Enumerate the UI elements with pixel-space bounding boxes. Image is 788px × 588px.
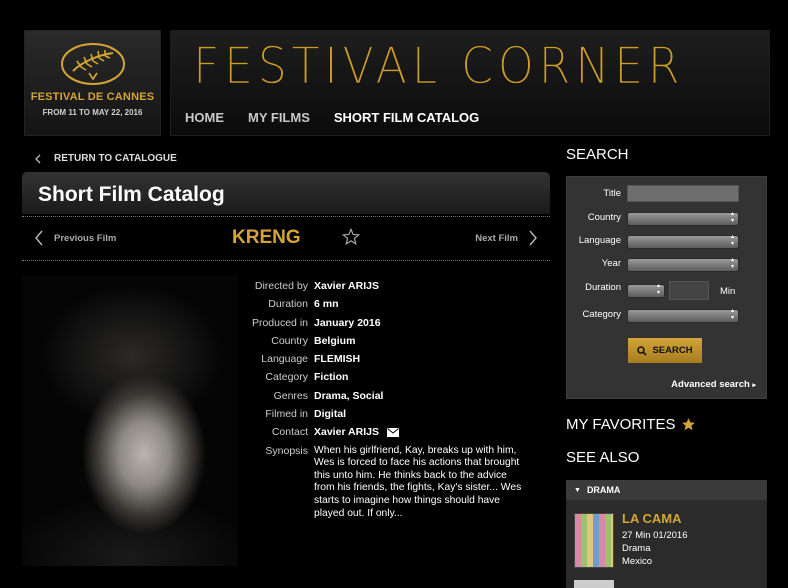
see-also-film-title[interactable]: LA CAMA xyxy=(622,511,681,526)
detail-label: Category xyxy=(265,371,308,384)
see-also-film-meta: 27 Min 01/2016 Drama Mexico xyxy=(622,529,688,568)
detail-label: Country xyxy=(271,334,308,347)
chevron-right-icon xyxy=(529,230,537,246)
film-details: Directed by Xavier ARIJS Duration 6 mn P… xyxy=(240,277,540,520)
detail-value: Digital xyxy=(314,408,347,421)
search-icon xyxy=(637,345,648,356)
detail-label: Directed by xyxy=(254,280,308,292)
detail-label: Produced in xyxy=(251,316,308,329)
detail-row: Genres Drama, Social xyxy=(240,387,540,405)
main-nav: HOME MY FILMS SHORT FILM CATALOG xyxy=(185,110,479,125)
caret-right-icon: ▸ xyxy=(752,382,756,389)
synopsis-label: Synopsis xyxy=(265,444,308,457)
synopsis-text: When his girlfriend, Kay, breaks up with… xyxy=(314,444,522,519)
see-also-meta-line: 27 Min 01/2016 xyxy=(622,530,688,541)
min-label: Min xyxy=(720,286,736,297)
banner-title: FESTIVAL CORNER xyxy=(193,37,685,95)
detail-label: Genres xyxy=(273,389,308,402)
detail-label: Language xyxy=(261,353,308,366)
envelope-icon[interactable] xyxy=(386,428,399,438)
year-label: Year xyxy=(601,258,621,269)
previous-film-label: Previous Film xyxy=(54,232,117,244)
film-still-photo xyxy=(22,276,238,566)
title-input[interactable] xyxy=(627,185,739,202)
film-thumbnail[interactable] xyxy=(574,580,614,588)
detail-row: Directed by Xavier ARIJS xyxy=(240,277,540,295)
favorites-heading[interactable]: MY FAVORITES xyxy=(566,416,696,433)
contact-name: Xavier ARIJS xyxy=(314,426,379,439)
star-outline-icon[interactable] xyxy=(342,228,360,246)
detail-value: Drama, Social xyxy=(314,389,384,402)
nav-home[interactable]: HOME xyxy=(185,110,224,125)
search-heading: SEARCH xyxy=(566,146,629,163)
language-label: Language xyxy=(578,235,621,246)
category-label: Category xyxy=(582,309,621,320)
advanced-search-label: Advanced search xyxy=(671,379,750,390)
detail-label: Filmed in xyxy=(265,408,308,421)
logo-name: FESTIVAL DE CANNES xyxy=(30,91,155,103)
chevron-left-icon xyxy=(35,154,41,163)
film-title: KRENG xyxy=(232,227,301,248)
return-label: RETURN TO CATALOGUE xyxy=(54,153,177,164)
favorites-heading-text: MY FAVORITES xyxy=(566,416,676,433)
detail-row: Produced in January 2016 xyxy=(240,314,540,332)
nav-my-films[interactable]: MY FILMS xyxy=(248,110,310,125)
film-thumbnail[interactable] xyxy=(574,513,614,568)
detail-value: 6 mn xyxy=(314,298,339,311)
see-also-panel: ▼ DRAMA LA CAMA 27 Min 01/2016 Drama Mex… xyxy=(566,480,767,588)
category-select[interactable] xyxy=(627,308,739,323)
detail-value: Fiction xyxy=(314,371,349,384)
previous-film-button[interactable]: Previous Film xyxy=(34,230,116,246)
detail-value: Belgium xyxy=(314,334,356,347)
detail-value: FLEMISH xyxy=(314,353,361,366)
catalog-header: Short Film Catalog xyxy=(22,172,550,214)
catalog-title: Short Film Catalog xyxy=(38,183,225,206)
country-select[interactable] xyxy=(627,211,739,226)
next-film-button[interactable]: Next Film xyxy=(475,230,538,246)
year-select[interactable] xyxy=(627,257,739,272)
detail-row: Category Fiction xyxy=(240,368,540,386)
palm-emblem-icon xyxy=(61,43,125,85)
detail-value: Xavier ARIJS xyxy=(314,280,379,292)
search-panel: Title Country Language Year Duration Min… xyxy=(566,176,767,399)
search-button[interactable]: SEARCH xyxy=(628,338,702,363)
nav-short-film-catalog[interactable]: SHORT FILM CATALOG xyxy=(334,110,479,125)
duration-label: Duration xyxy=(585,282,621,293)
synopsis-row: Synopsis When his girlfriend, Kay, break… xyxy=(240,442,540,521)
festival-logo[interactable]: FESTIVAL DE CANNES FROM 11 TO MAY 22, 20… xyxy=(24,30,161,136)
see-also-meta-line: Mexico xyxy=(622,556,653,567)
detail-row: Country Belgium xyxy=(240,332,540,350)
see-also-heading: SEE ALSO xyxy=(566,449,639,466)
advanced-search-link[interactable]: Advanced search ▸ xyxy=(671,379,756,390)
contact-value: Xavier ARIJS xyxy=(314,423,399,441)
star-filled-icon xyxy=(682,418,696,431)
logo-dates: FROM 11 TO MAY 22, 2016 xyxy=(42,108,143,117)
divider xyxy=(22,260,550,261)
see-also-heading-text: SEE ALSO xyxy=(566,449,640,466)
detail-row: Contact Xavier ARIJS xyxy=(240,423,540,441)
detail-row: Duration 6 mn xyxy=(240,295,540,313)
caret-down-icon: ▼ xyxy=(574,486,581,494)
divider xyxy=(22,216,550,217)
duration-operator-select[interactable] xyxy=(627,283,665,298)
title-label: Title xyxy=(603,188,621,199)
see-also-meta-line: Drama xyxy=(622,543,651,554)
search-heading-text: SEARCH xyxy=(566,146,629,163)
chevron-left-icon xyxy=(35,230,43,246)
see-also-group-label: DRAMA xyxy=(586,485,621,495)
search-button-label: SEARCH xyxy=(652,345,693,356)
detail-row: Filmed in Digital xyxy=(240,405,540,423)
country-label: Country xyxy=(587,212,621,223)
detail-value: January 2016 xyxy=(314,316,381,329)
next-film-label: Next Film xyxy=(475,232,518,244)
detail-label: Contact xyxy=(271,426,308,439)
return-to-catalogue-link[interactable]: RETURN TO CATALOGUE xyxy=(34,153,177,164)
language-select[interactable] xyxy=(627,234,739,249)
duration-input[interactable] xyxy=(669,281,709,300)
detail-label: Duration xyxy=(268,298,308,311)
detail-row: Language FLEMISH xyxy=(240,350,540,368)
see-also-group-header[interactable]: ▼ DRAMA xyxy=(566,480,767,500)
film-navigation: Previous Film KRENG Next Film xyxy=(22,222,550,256)
